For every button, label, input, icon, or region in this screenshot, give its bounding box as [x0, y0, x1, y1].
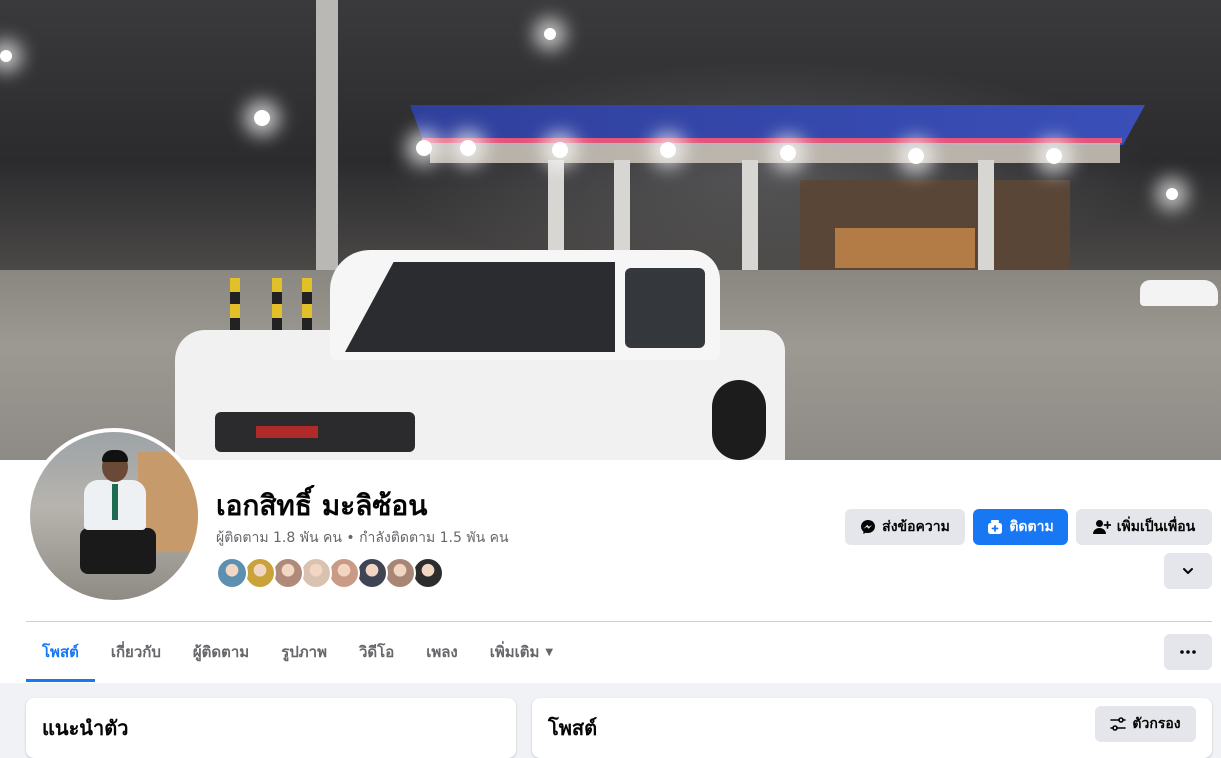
tab-more[interactable]: เพิ่มเติม ▼: [474, 622, 569, 682]
tab-videos[interactable]: วิดีโอ: [343, 622, 410, 682]
follow-button-label: ติดตาม: [1009, 519, 1054, 535]
ellipsis-icon: [1180, 650, 1196, 654]
cover-photo[interactable]: [0, 0, 1221, 460]
tabs-more-button[interactable]: [1164, 634, 1212, 670]
follower-stats[interactable]: ผู้ติดตาม 1.8 พัน คน • กำลังติดตาม 1.5 พ…: [216, 527, 509, 549]
intro-title: แนะนำตัว: [42, 716, 129, 740]
message-button[interactable]: ส่งข้อความ: [845, 509, 965, 545]
friend-avatar[interactable]: [356, 557, 388, 589]
add-friend-icon: [1092, 519, 1111, 535]
add-friend-button-label: เพิ่มเป็นเพื่อน: [1116, 519, 1196, 535]
tab-photos[interactable]: รูปภาพ: [265, 622, 343, 682]
profile-header: เอกสิทธิ์ มะลิซ้อน ผู้ติดตาม 1.8 พัน คน …: [0, 0, 1221, 683]
tab-music[interactable]: เพลง: [410, 622, 474, 682]
friends-preview[interactable]: [216, 557, 444, 589]
tab-about[interactable]: เกี่ยวกับ: [95, 622, 177, 682]
friend-avatar[interactable]: [328, 557, 360, 589]
posts-title: โพสต์: [548, 716, 598, 740]
follow-icon: [987, 519, 1003, 535]
friend-avatar[interactable]: [244, 557, 276, 589]
profile-name: เอกสิทธิ์ มะลิซ้อน: [216, 489, 428, 522]
tab-followers[interactable]: ผู้ติดตาม: [177, 622, 265, 682]
message-button-label: ส่งข้อความ: [882, 519, 950, 535]
messenger-icon: [860, 519, 876, 535]
intro-card: แนะนำตัว: [26, 698, 516, 758]
friend-avatar[interactable]: [384, 557, 416, 589]
friend-avatar[interactable]: [216, 557, 248, 589]
tab-posts[interactable]: โพสต์: [26, 622, 95, 682]
profile-avatar[interactable]: [26, 428, 202, 604]
filter-button[interactable]: ตัวกรอง: [1095, 706, 1196, 742]
follow-button[interactable]: ติดตาม: [973, 509, 1068, 545]
friend-avatar[interactable]: [300, 557, 332, 589]
chevron-down-icon: [1181, 564, 1195, 578]
caret-down-icon: ▼: [545, 646, 554, 658]
profile-tabs: โพสต์ เกี่ยวกับ ผู้ติดตาม รูปภาพ วิดีโอ …: [26, 622, 569, 682]
filter-button-label: ตัวกรอง: [1132, 716, 1181, 732]
filter-icon: [1110, 717, 1127, 731]
friend-avatar[interactable]: [412, 557, 444, 589]
more-actions-button[interactable]: [1164, 553, 1212, 589]
friend-avatar[interactable]: [272, 557, 304, 589]
add-friend-button[interactable]: เพิ่มเป็นเพื่อน: [1076, 509, 1212, 545]
